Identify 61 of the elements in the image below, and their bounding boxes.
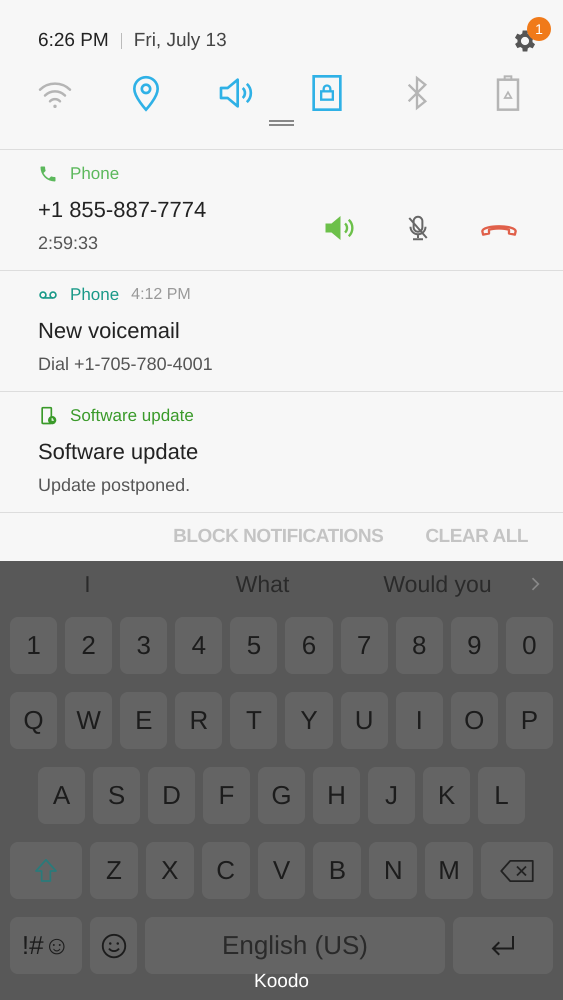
keyboard-key[interactable]: N [369,842,418,899]
enter-key[interactable] [453,917,553,974]
keyboard-key[interactable]: B [313,842,362,899]
keyboard-key[interactable]: O [450,692,498,749]
keyboard-key[interactable]: J [368,767,415,824]
shift-key[interactable] [10,842,82,899]
notification-text: 2:59:33 [38,232,100,255]
keyboard-key[interactable]: X [146,842,194,899]
keyboard-key[interactable]: Q [10,692,58,749]
keyboard-key[interactable]: 9 [450,617,498,674]
keyboard-key[interactable]: E [120,692,168,749]
app-name: Software update [70,405,194,428]
keyboard-key[interactable]: I [396,692,443,749]
keyboard-key[interactable]: 4 [175,617,222,674]
app-name: Phone [70,163,120,186]
keyboard-key[interactable]: H [313,767,360,824]
keyboard-key[interactable]: 2 [65,617,112,674]
keyboard-key[interactable]: 3 [120,617,168,674]
symbols-key[interactable]: !#☺ [10,917,82,974]
keyboard-key[interactable]: 1 [10,617,58,674]
notification-text: Dial +1-705-780-4001 [38,353,214,376]
emoji-key[interactable] [90,917,137,974]
clock-time: 6:26 PM [38,28,109,53]
notification-title: New voicemail [38,317,181,345]
app-name: Phone [70,284,120,306]
date-text: Fri, July 13 [134,28,227,53]
keyboard-key[interactable]: L [478,767,525,824]
keyboard-key[interactable]: G [258,767,305,824]
keyboard-key[interactable]: S [93,767,140,824]
drag-handle[interactable] [269,120,294,126]
notification-card[interactable]: Phone +1 855-887-7774 2:59:33 [0,150,563,271]
notification-time: 4:12 PM [131,285,191,305]
keyboard-key[interactable]: A [38,767,85,824]
keyboard-key[interactable]: Y [285,692,333,749]
keyboard-key[interactable]: 8 [396,617,443,674]
keyboard-key[interactable]: F [203,767,250,824]
keyboard-key[interactable]: 0 [506,617,553,674]
keyboard-key[interactable]: V [258,842,306,899]
keyboard-key[interactable]: T [230,692,278,749]
keyboard-key[interactable]: R [175,692,222,749]
keyboard-key[interactable]: U [340,692,388,749]
keyboard-key[interactable]: 6 [285,617,333,674]
phone-icon [38,164,58,184]
keyboard-key[interactable]: P [506,692,553,749]
keyboard-key[interactable]: C [202,842,250,899]
keyboard-key[interactable]: Z [90,842,138,899]
notification-badge: 1 [527,17,551,41]
keyboard-key[interactable]: 5 [230,617,278,674]
keyboard-key[interactable]: D [148,767,195,824]
keyboard-key[interactable]: M [425,842,474,899]
backspace-key[interactable] [481,842,554,899]
keyboard-key[interactable]: K [423,767,470,824]
notification-card[interactable]: Software update Software update Update postponed. [0,392,563,513]
space-bar[interactable]: English (US) [145,917,445,974]
notification-card[interactable]: Phone 4:12 PM New voicemail Dial +1-705-780-4001 [0,271,563,392]
notification-title: +1 855-887-7774 [38,196,208,224]
keyboard-key[interactable]: 7 [340,617,388,674]
keyboard-key[interactable]: W [65,692,112,749]
backspace-icon [499,858,536,884]
notification-text: Update postponed. [38,474,192,497]
notification-title: Software update [38,438,200,466]
